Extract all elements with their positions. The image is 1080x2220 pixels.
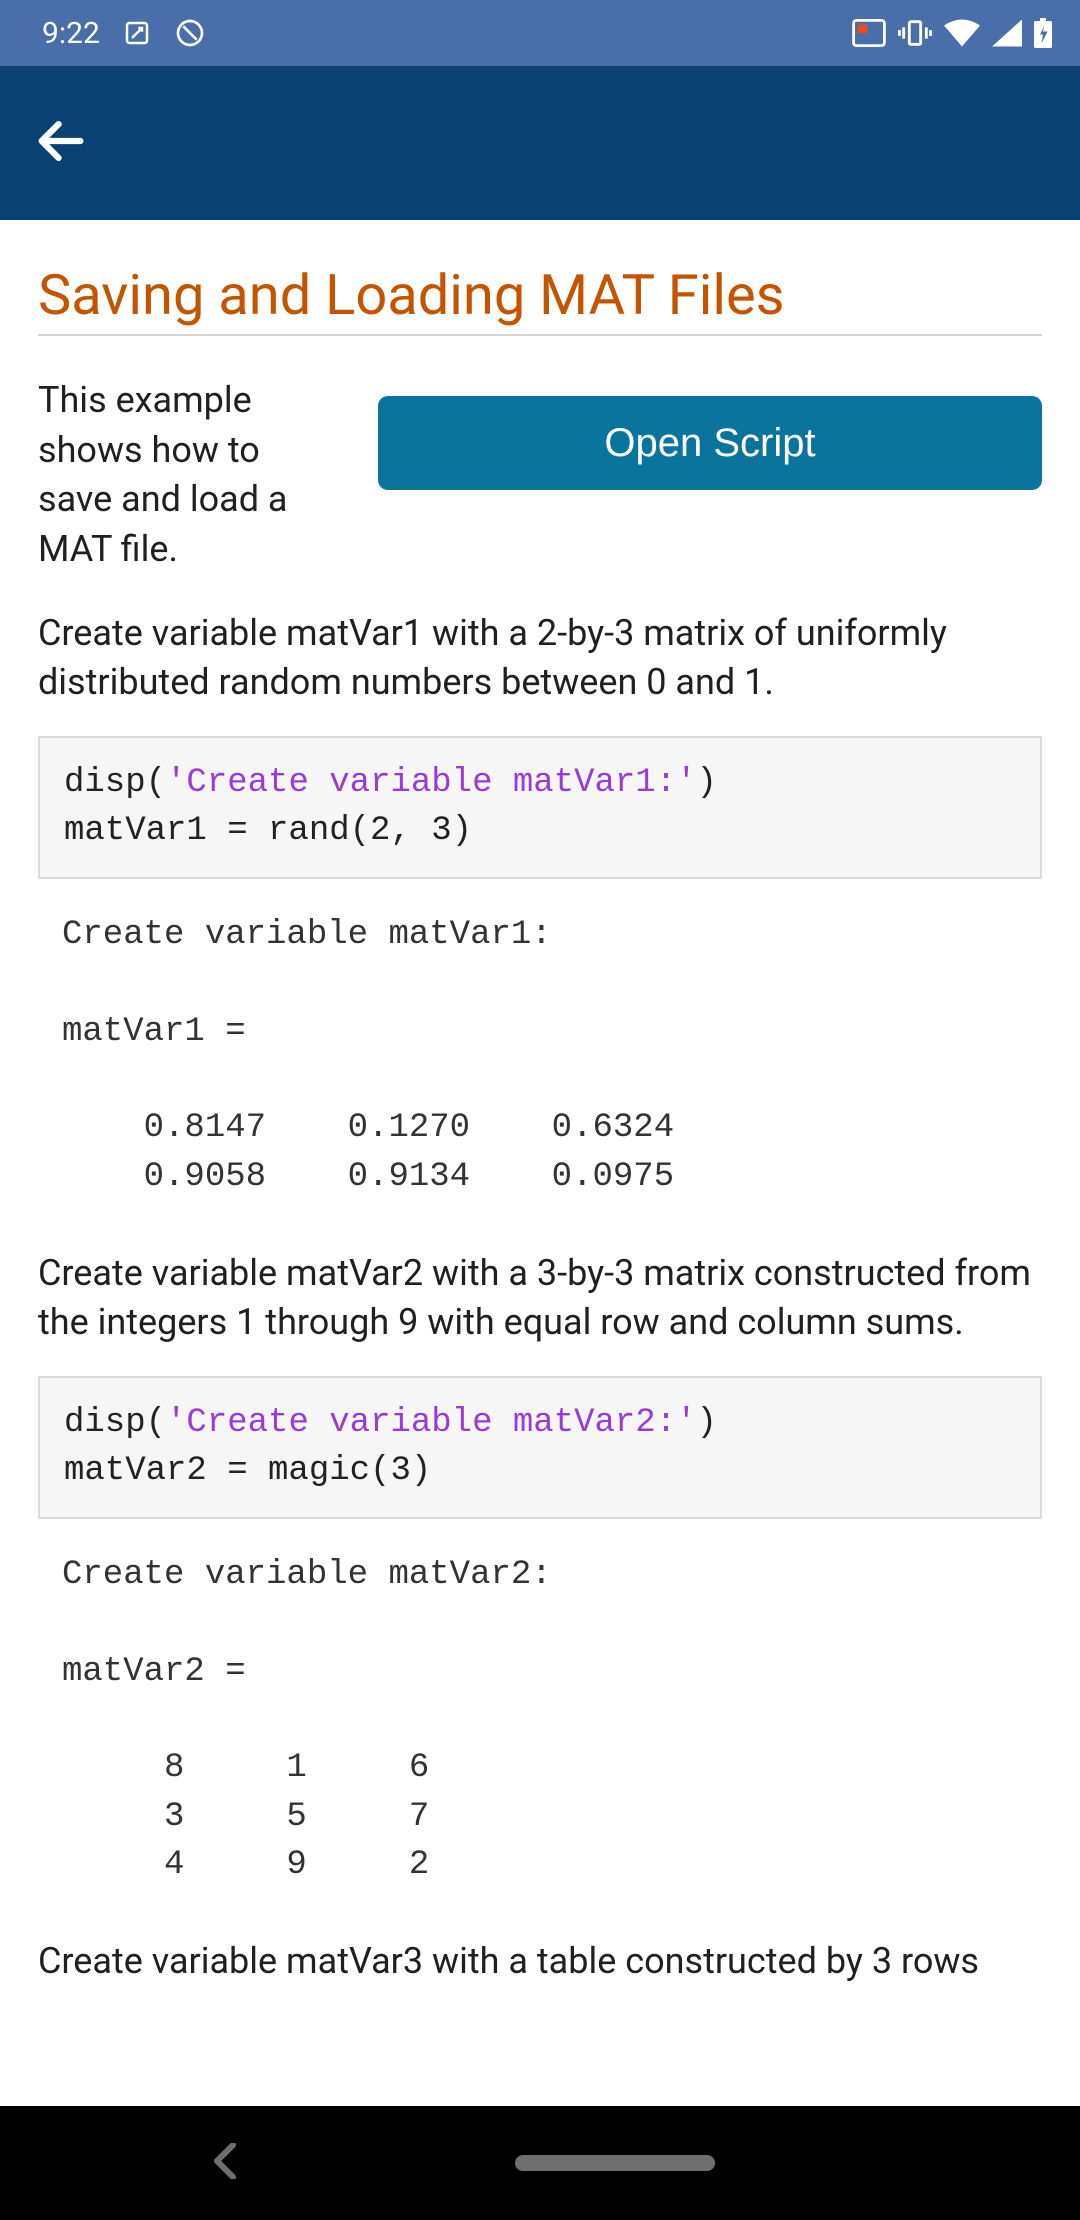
vibrate-icon (898, 18, 932, 48)
doc-content[interactable]: Saving and Loading MAT Files This exampl… (0, 220, 1080, 2106)
output-block-2: Create variable matVar2: matVar2 = 8 1 6… (38, 1551, 1042, 1889)
nav-home-pill[interactable] (515, 2155, 715, 2171)
cast-icon (852, 19, 886, 47)
notification-icon-1 (122, 18, 152, 48)
page-title: Saving and Loading MAT Files (38, 262, 1042, 336)
paragraph-1: Create variable matVar1 with a 2-by-3 ma… (38, 609, 1042, 708)
code-block-2: disp('Create variable matVar2:') matVar2… (38, 1376, 1042, 1519)
output-block-1: Create variable matVar1: matVar1 = 0.814… (38, 911, 1042, 1201)
back-button[interactable] (32, 112, 90, 174)
status-left: 9:22 (42, 16, 206, 51)
status-bar: 9:22 (0, 0, 1080, 66)
battery-icon (1034, 18, 1052, 48)
status-time: 9:22 (42, 16, 100, 51)
code-string: 'Create variable matVar1:' (166, 764, 697, 802)
open-script-button[interactable]: Open Script (378, 396, 1042, 490)
wifi-icon (944, 19, 980, 47)
signal-icon (992, 19, 1022, 47)
notification-icon-2 (174, 17, 206, 49)
code-text: disp( (64, 764, 166, 802)
code-text: disp( (64, 1404, 166, 1442)
paragraph-2: Create variable matVar2 with a 3-by-3 ma… (38, 1249, 1042, 1348)
intro-row: This example shows how to save and load … (38, 376, 1042, 575)
app-bar (0, 66, 1080, 220)
nav-back-button[interactable] (210, 2143, 240, 2183)
system-nav-bar (0, 2106, 1080, 2220)
code-string: 'Create variable matVar2:' (166, 1404, 697, 1442)
code-block-1: disp('Create variable matVar1:') matVar1… (38, 736, 1042, 879)
paragraph-3: Create variable matVar3 with a table con… (38, 1937, 1042, 1987)
intro-text: This example shows how to save and load … (38, 376, 338, 575)
status-right (852, 18, 1052, 48)
